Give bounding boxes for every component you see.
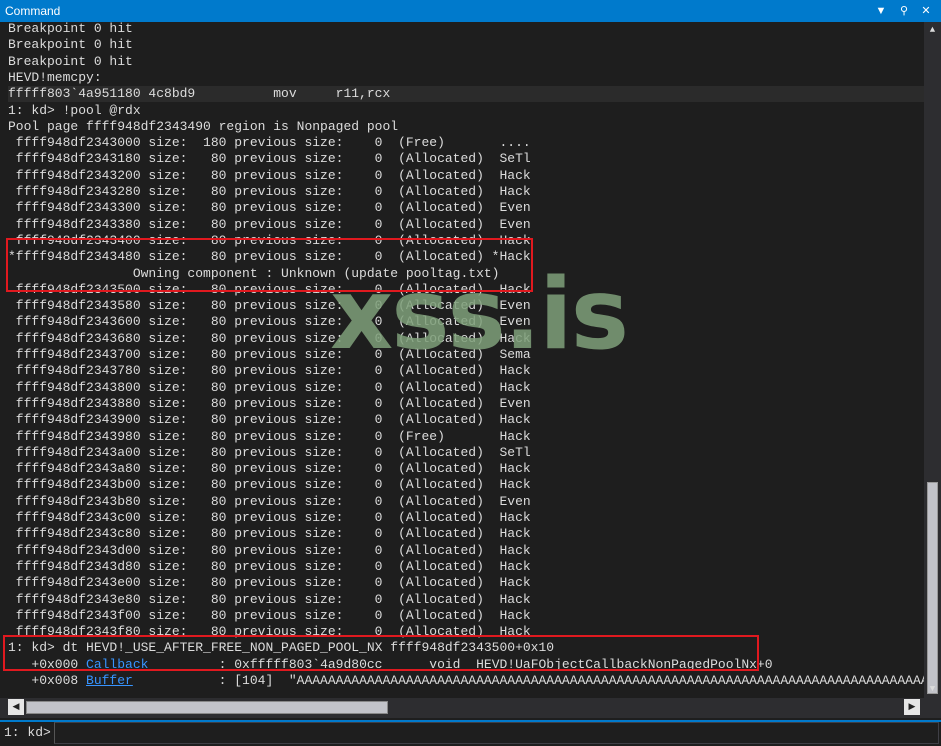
output-line: ffff948df2343e80 size: 80 previous size:… (8, 591, 531, 607)
field-value: : 0xfffff803`4a9d80cc void HEVD!UaFObjec… (148, 656, 773, 672)
vertical-scroll-thumb[interactable] (927, 482, 938, 694)
scrollbar-corner (924, 698, 941, 718)
output-line: ffff948df2343380 size: 80 previous size:… (8, 216, 531, 232)
output-line: ffff948df2343f80 size: 80 previous size:… (8, 624, 531, 640)
output-line: ffff948df2343d00 size: 80 previous size:… (8, 542, 531, 558)
scroll-down-icon[interactable]: ▼ (924, 681, 941, 698)
output-line: ffff948df2343d80 size: 80 previous size:… (8, 558, 531, 574)
output-line: Pool page ffff948df2343490 region is Non… (8, 118, 399, 134)
output-line: 1: kd> !pool @rdx (8, 102, 141, 118)
chevron-down-icon[interactable]: ▼ (872, 2, 890, 20)
horizontal-scrollbar[interactable]: ◀ ▶ (0, 698, 924, 718)
struct-field-row: +0x000 Callback : 0xfffff803`4a9d80cc vo… (8, 657, 924, 673)
window-titlebar: Command ▼ ⚲ ✕ (0, 0, 941, 22)
output-line: ffff948df2343300 size: 80 previous size:… (8, 200, 531, 216)
horizontal-scroll-thumb[interactable] (26, 701, 388, 714)
output-line: ffff948df2343b00 size: 80 previous size:… (8, 477, 531, 493)
output-line: Breakpoint 0 hit (8, 53, 133, 69)
output-line: ffff948df2343880 size: 80 previous size:… (8, 395, 531, 411)
command-bar: 1: kd> (0, 720, 941, 746)
output-line: ffff948df2343c00 size: 80 previous size:… (8, 510, 531, 525)
output-line: ffff948df2343a80 size: 80 previous size:… (8, 461, 531, 477)
output-line: ffff948df2343e00 size: 80 previous size:… (8, 575, 531, 591)
output-line: ffff948df2343280 size: 80 previous size:… (8, 184, 531, 199)
output-line: HEVD!memcpy: (8, 69, 102, 85)
output-line: ffff948df2343500 size: 80 previous size:… (8, 281, 531, 297)
output-line: ffff948df2343c80 size: 80 previous size:… (8, 526, 531, 542)
command-prompt: 1: kd> (4, 725, 51, 740)
output-line: Breakpoint 0 hit (8, 22, 133, 36)
output-line: ffff948df2343000 size: 180 previous size… (8, 135, 531, 151)
output-line: ffff948df2343900 size: 80 previous size:… (8, 412, 531, 428)
scroll-up-icon[interactable]: ▲ (924, 22, 941, 39)
output-line: Owning component : Unknown (update poolt… (8, 265, 500, 281)
output-line: 1: kd> dt HEVD!_USE_AFTER_FREE_NON_PAGED… (8, 640, 555, 656)
scroll-left-icon[interactable]: ◀ (8, 699, 24, 715)
output-line: ffff948df2343600 size: 80 previous size:… (8, 314, 531, 330)
field-link-callback[interactable]: Callback (86, 657, 148, 672)
output-line: ffff948df2343f00 size: 80 previous size:… (8, 607, 531, 623)
field-value: : [104] "AAAAAAAAAAAAAAAAAAAAAAAAAAAAAAA… (132, 673, 924, 688)
command-output[interactable]: Breakpoint 0 hit Breakpoint 0 hit Breakpoi… (0, 22, 924, 696)
output-line: ffff948df2343200 size: 80 previous size:… (8, 167, 531, 183)
struct-field-row: +0x008 Buffer : [104] "AAAAAAAAAAAAAAAAA… (8, 673, 924, 689)
output-line: ffff948df2343580 size: 80 previous size:… (8, 298, 531, 314)
close-icon[interactable]: ✕ (917, 2, 935, 20)
vertical-scrollbar[interactable]: ▲ ▼ (924, 22, 941, 698)
field-link-buffer[interactable]: Buffer (86, 673, 133, 688)
output-line: ffff948df2343180 size: 80 previous size:… (8, 151, 531, 167)
output-line: *ffff948df2343480 size: 80 previous size… (8, 249, 531, 265)
output-line: ffff948df2343400 size: 80 previous size:… (8, 232, 531, 248)
command-input[interactable] (54, 722, 939, 744)
field-offset: +0x000 (8, 656, 87, 672)
output-line: ffff948df2343980 size: 80 previous size:… (8, 428, 531, 444)
pin-icon[interactable]: ⚲ (895, 2, 913, 20)
output-line: ffff948df2343780 size: 80 previous size:… (8, 363, 531, 379)
output-line: fffff803`4a951180 4c8bd9 mov r11,rcx (8, 86, 924, 103)
output-line: ffff948df2343800 size: 80 previous size:… (8, 379, 531, 395)
window-title: Command (5, 4, 61, 18)
output-line: ffff948df2343680 size: 80 previous size:… (8, 330, 531, 346)
output-line: ffff948df2343a00 size: 80 previous size:… (8, 444, 531, 460)
scroll-right-icon[interactable]: ▶ (904, 699, 920, 715)
output-line: ffff948df2343700 size: 80 previous size:… (8, 347, 531, 362)
field-offset: +0x008 (8, 673, 87, 688)
output-line: Breakpoint 0 hit (8, 37, 133, 53)
output-line: ffff948df2343b80 size: 80 previous size:… (8, 493, 531, 509)
